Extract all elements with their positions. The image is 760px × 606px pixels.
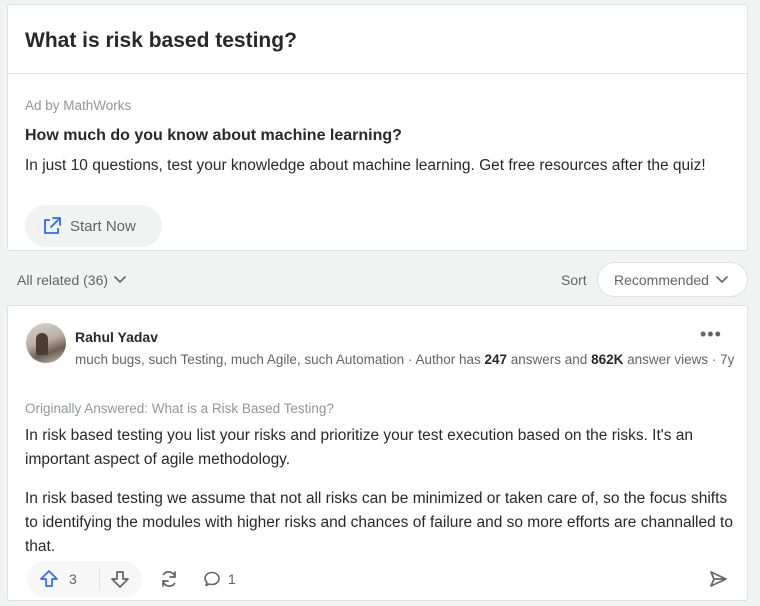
start-now-button[interactable]: Start Now <box>25 205 162 247</box>
answer-card: Rahul Yadav ••• much bugs, such Testing,… <box>7 305 748 601</box>
author-credential: much bugs, such Testing, much Agile, suc… <box>75 350 740 370</box>
share-icon[interactable] <box>708 569 728 589</box>
external-link-icon <box>44 217 61 234</box>
comment-button[interactable]: 1 <box>202 569 236 589</box>
credential-text: much bugs, such Testing, much Agile, suc… <box>75 352 485 367</box>
arrow-down-icon <box>111 571 129 588</box>
vote-controls: 3 <box>27 561 142 597</box>
chevron-down-icon <box>716 275 728 283</box>
credential-suffix: answer views · <box>623 352 721 367</box>
answer-paragraph: In risk based testing we assume that not… <box>25 490 733 555</box>
all-related-label: All related (36) <box>17 272 109 288</box>
avatar[interactable] <box>26 323 66 363</box>
sort-value: Recommended <box>614 271 709 288</box>
question-title[interactable]: What is risk based testing? <box>25 29 297 53</box>
arrow-up-icon <box>40 570 58 587</box>
answer-paragraph: In risk based testing you list your risk… <box>25 427 694 468</box>
comment-icon <box>204 571 220 587</box>
comment-count: 1 <box>228 571 236 587</box>
ad-body: In just 10 questions, test your knowledg… <box>25 157 706 174</box>
question-card: What is risk based testing? <box>7 4 748 74</box>
downvote-button[interactable] <box>100 569 130 589</box>
author-name[interactable]: Rahul Yadav <box>75 329 158 345</box>
originally-answered[interactable]: Originally Answered: What is a Risk Base… <box>25 401 334 416</box>
sort-select[interactable]: Recommended <box>597 262 748 297</box>
upvote-button[interactable]: 3 <box>27 569 99 589</box>
sort-label: Sort <box>561 272 587 288</box>
credential-mid: answers and <box>507 352 592 367</box>
start-now-label: Start Now <box>70 217 136 235</box>
ad-card: Ad by MathWorks How much do you know abo… <box>7 73 748 251</box>
upvote-count: 3 <box>69 571 77 587</box>
ad-title[interactable]: How much do you know about machine learn… <box>25 127 402 145</box>
more-options-icon[interactable]: ••• <box>700 324 722 345</box>
answer-age[interactable]: 7y <box>720 352 734 367</box>
answers-count: 247 <box>484 352 508 367</box>
avatar-figure <box>36 333 48 355</box>
chevron-down-icon <box>114 276 126 284</box>
all-related-dropdown[interactable]: All related (36) <box>17 272 126 288</box>
reshare-icon[interactable] <box>159 569 179 589</box>
views-count: 862K <box>591 352 624 367</box>
ad-sponsor-label: Ad by MathWorks <box>25 98 132 113</box>
